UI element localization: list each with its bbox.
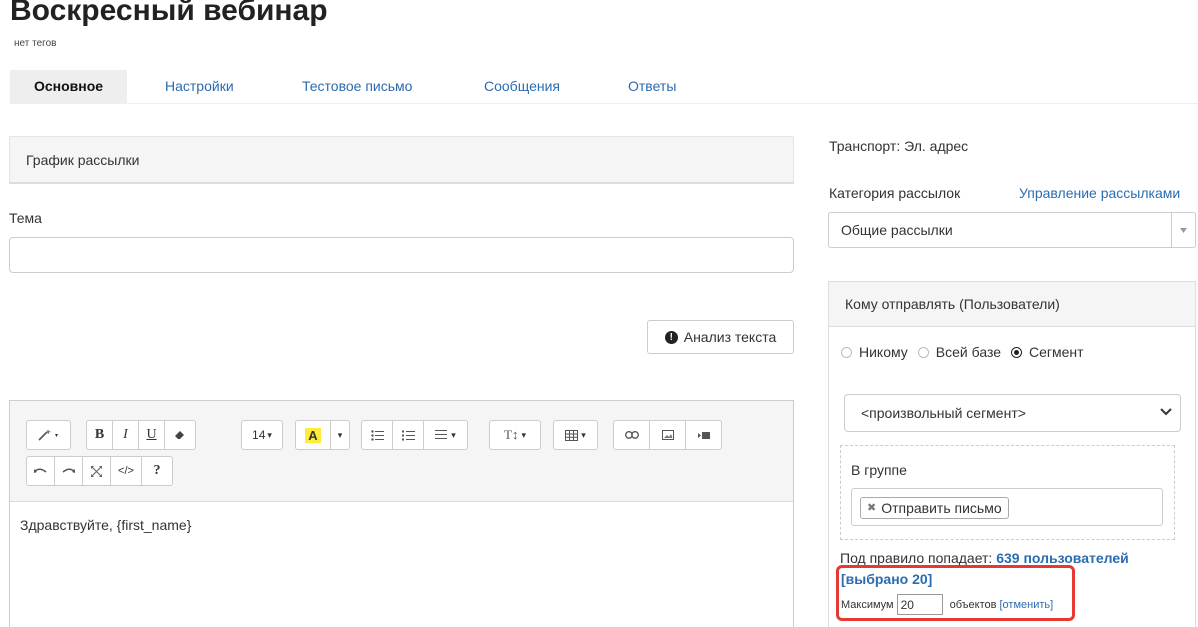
- category-select[interactable]: Общие рассылки: [828, 212, 1196, 248]
- subject-label: Тема: [9, 210, 42, 226]
- segment-select[interactable]: <произвольный сегмент>: [844, 394, 1181, 432]
- video-icon[interactable]: [685, 420, 722, 450]
- tab-test-letter[interactable]: Тестовое письмо: [302, 70, 412, 103]
- line-height-label: T↕: [504, 427, 519, 442]
- page-title: Воскресный вебинар: [10, 0, 328, 27]
- radio-segment[interactable]: [1011, 346, 1022, 358]
- tags-label: нет тегов: [14, 38, 57, 49]
- ordered-list-icon[interactable]: [392, 420, 424, 450]
- text-color-letter: A: [305, 427, 321, 443]
- remove-chip-icon[interactable]: ✖: [867, 498, 876, 518]
- eraser-icon[interactable]: [164, 420, 196, 450]
- exclamation-circle-icon: !: [664, 330, 678, 344]
- cancel-limit-link[interactable]: [отменить]: [999, 599, 1053, 611]
- redo-icon[interactable]: [54, 456, 83, 486]
- rule-summary: Под правило попадает: 639 пользователей: [840, 550, 1129, 566]
- tab-bar: Основное Настройки Тестовое письмо Сообщ…: [10, 70, 1198, 104]
- group-condition-box: В группе ✖ Отправить письмо: [840, 445, 1175, 540]
- objects-label: объектов: [949, 598, 997, 611]
- table-icon[interactable]: ▾: [553, 420, 598, 450]
- radio-segment-label[interactable]: Сегмент: [1029, 344, 1084, 360]
- line-height-icon[interactable]: T↕ ▾: [489, 420, 541, 450]
- text-color-icon[interactable]: A: [295, 420, 331, 450]
- tab-settings[interactable]: Настройки: [165, 70, 234, 103]
- max-label: Максимум: [841, 598, 894, 611]
- tab-messages[interactable]: Сообщения: [484, 70, 560, 103]
- max-objects-row: Максимум объектов [отменить]: [841, 594, 1053, 615]
- recipients-header: Кому отправлять (Пользователи): [829, 282, 1195, 327]
- unordered-list-icon[interactable]: [361, 420, 393, 450]
- radio-whole-base-label[interactable]: Всей базе: [936, 344, 1001, 360]
- analyze-text-label: Анализ текста: [683, 329, 777, 345]
- rule-prefix: Под правило попадает:: [840, 550, 993, 566]
- analyze-text-button[interactable]: ! Анализ текста: [647, 320, 794, 354]
- transport-label: Транспорт: Эл. адрес: [829, 138, 969, 154]
- selected-count-link[interactable]: [выбрано 20]: [841, 571, 932, 587]
- radio-nobody-label[interactable]: Никому: [859, 344, 908, 360]
- recipients-radio-group: Никому Всей базе Сегмент: [841, 344, 1090, 360]
- group-label: В группе: [851, 462, 907, 478]
- group-chip-label: Отправить письмо: [881, 500, 1002, 516]
- rich-text-editor: B I U 14 ▾ A ▾ ▾ T↕ ▾ ▾ </> ? Здравствуй…: [9, 400, 794, 627]
- underline-icon[interactable]: U: [138, 420, 165, 450]
- undo-icon[interactable]: [26, 456, 55, 486]
- image-icon[interactable]: [649, 420, 686, 450]
- magic-wand-icon[interactable]: [26, 420, 71, 450]
- link-icon[interactable]: [613, 420, 650, 450]
- radio-whole-base[interactable]: [917, 346, 929, 358]
- category-label: Категория рассылок: [829, 185, 961, 201]
- group-chip: ✖ Отправить письмо: [860, 497, 1009, 519]
- code-view-icon[interactable]: </>: [110, 456, 142, 486]
- subject-input[interactable]: [9, 237, 794, 273]
- radio-nobody[interactable]: [841, 346, 852, 358]
- font-size-value: 14: [252, 428, 266, 442]
- font-size-dropdown[interactable]: 14 ▾: [241, 420, 283, 450]
- editor-toolbar: B I U 14 ▾ A ▾ ▾ T↕ ▾ ▾ </> ?: [10, 401, 793, 502]
- italic-icon[interactable]: I: [112, 420, 139, 450]
- group-select-field[interactable]: ✖ Отправить письмо: [851, 488, 1163, 526]
- editor-content[interactable]: Здравствуйте, {first_name}: [20, 517, 191, 533]
- recipients-panel: Кому отправлять (Пользователи) Никому Вс…: [828, 281, 1196, 627]
- chevron-down-icon: [1160, 408, 1172, 416]
- max-objects-input[interactable]: [896, 594, 943, 615]
- category-select-value: Общие рассылки: [841, 222, 953, 238]
- segment-select-value: <произвольный сегмент>: [861, 405, 1026, 421]
- schedule-panel-header[interactable]: График рассылки: [9, 136, 794, 184]
- caret-down-icon: [1171, 213, 1195, 247]
- tab-main[interactable]: Основное: [10, 70, 127, 103]
- manage-mailings-link[interactable]: Управление рассылками: [1019, 185, 1180, 201]
- text-color-dropdown[interactable]: ▾: [330, 420, 350, 450]
- rule-count-link[interactable]: 639 пользователей: [996, 550, 1129, 566]
- tab-answers[interactable]: Ответы: [628, 70, 676, 103]
- fullscreen-icon[interactable]: [82, 456, 111, 486]
- align-icon[interactable]: ▾: [423, 420, 468, 450]
- help-icon[interactable]: ?: [141, 456, 173, 486]
- bold-icon[interactable]: B: [86, 420, 113, 450]
